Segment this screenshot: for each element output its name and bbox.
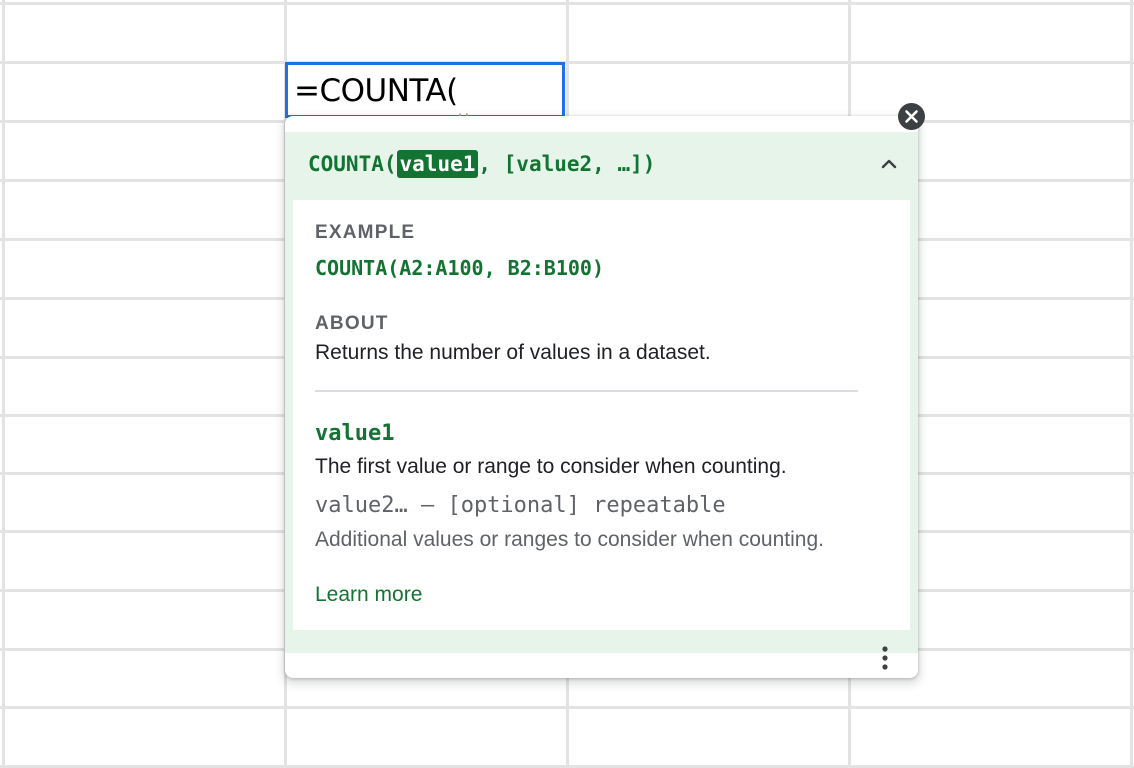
row-divider (0, 61, 1134, 64)
column-divider (1130, 0, 1133, 768)
column-divider (2, 0, 5, 768)
function-signature: COUNTA(value1, [value2, …]) (308, 148, 655, 180)
row-divider (0, 2, 1134, 5)
example-code: COUNTA(A2:A100, B2:B100) (315, 256, 604, 280)
close-help-button[interactable] (898, 103, 925, 130)
section-divider (315, 390, 858, 392)
more-options-button[interactable] (873, 643, 897, 673)
example-heading: EXAMPLE (315, 222, 416, 243)
collapse-button[interactable] (877, 152, 901, 176)
about-text: Returns the number of values in a datase… (315, 341, 711, 364)
signature-function-name: COUNTA( (308, 152, 397, 176)
argument-name: value1 (315, 421, 395, 446)
help-details: EXAMPLE COUNTA(A2:A100, B2:B100) ABOUT R… (293, 200, 910, 630)
signature-active-argument: value1 (396, 150, 479, 178)
close-icon (905, 110, 918, 123)
more-vert-icon (882, 646, 888, 670)
signature-remaining-arguments: , [value2, …]) (478, 152, 656, 176)
argument-description: Additional values or ranges to consider … (315, 528, 824, 551)
chevron-up-icon (881, 159, 897, 169)
formula-help-card: COUNTA(value1, [value2, …]) EXAMPLE COUN… (285, 116, 918, 678)
about-heading: ABOUT (315, 313, 389, 334)
learn-more-link[interactable]: Learn more (315, 583, 422, 607)
active-cell-editor[interactable]: =COUNTA( ␣ (285, 62, 565, 120)
argument-description: The first value or range to consider whe… (315, 455, 787, 478)
row-divider (0, 706, 1134, 709)
formula-text[interactable]: =COUNTA( (294, 73, 458, 109)
argument-name: value2… – [optional] repeatable (315, 493, 726, 518)
